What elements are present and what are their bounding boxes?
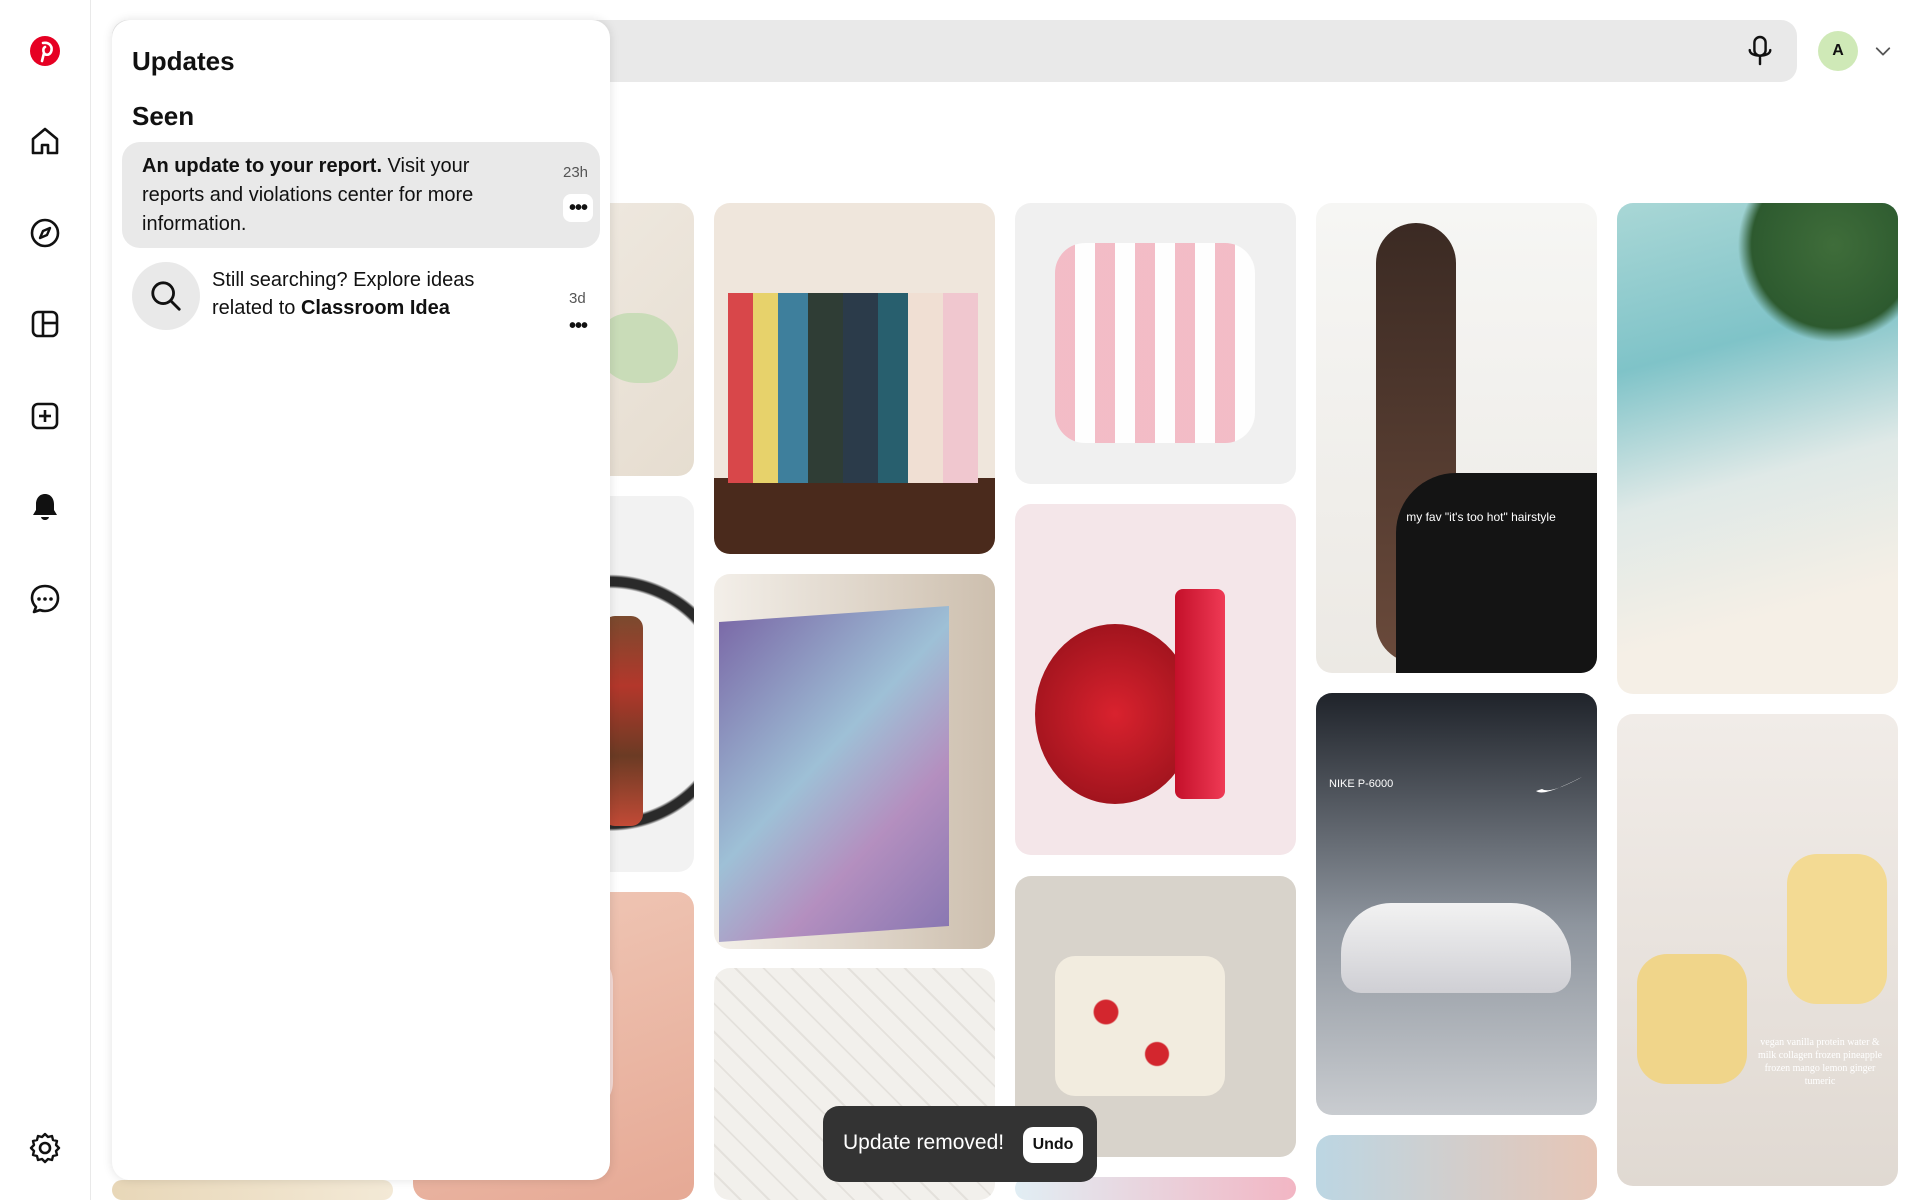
pin-caption: vegan vanilla protein water & milk colla… — [1757, 1037, 1883, 1087]
section-title-seen: Seen — [132, 101, 195, 131]
pin-caption: NIKE P-6000 — [1329, 778, 1394, 790]
updates-panel: Updates Seen An update to your report. V… — [112, 20, 610, 1180]
pin-image — [1341, 903, 1571, 993]
more-options-icon[interactable]: ••• — [563, 194, 593, 222]
pin-image — [1787, 854, 1887, 1004]
swoosh-icon — [1534, 773, 1584, 800]
panel-title: Updates — [132, 46, 235, 76]
notification-text: An update to your report. Visit your rep… — [142, 155, 474, 235]
messages-icon[interactable] — [22, 576, 68, 622]
left-nav-rail — [0, 0, 91, 1200]
pin-image — [1737, 203, 1898, 343]
pin-image — [1637, 954, 1747, 1084]
microphone-icon[interactable] — [1741, 32, 1779, 70]
more-options-icon[interactable]: ••• — [563, 312, 593, 340]
pin-card[interactable] — [1316, 1135, 1597, 1200]
pin-image — [1055, 956, 1225, 1096]
home-icon[interactable] — [22, 118, 68, 164]
pinterest-logo-icon[interactable] — [22, 28, 68, 74]
pin-card[interactable]: vegan vanilla protein water & milk colla… — [1617, 714, 1898, 1186]
notification-item[interactable]: An update to your report. Visit your rep… — [122, 142, 600, 248]
pin-card[interactable]: my fav "it's too hot" hairstyle — [1316, 203, 1597, 673]
undo-button[interactable]: Undo — [1023, 1127, 1083, 1163]
pin-card[interactable] — [714, 574, 995, 949]
search-icon — [132, 262, 200, 330]
notification-time: 3d — [569, 290, 586, 307]
notification-text: Still searching? Explore ideas related t… — [212, 269, 475, 319]
toast-message: Update removed! — [843, 1131, 1005, 1154]
explore-icon[interactable] — [22, 210, 68, 256]
chevron-down-icon[interactable] — [1872, 40, 1894, 62]
pin-card[interactable] — [1617, 203, 1898, 694]
pin-card[interactable] — [1015, 504, 1296, 855]
notification-item[interactable]: Still searching? Explore ideas related t… — [122, 258, 600, 338]
pin-caption: my fav "it's too hot" hairstyle — [1406, 510, 1556, 524]
pin-card[interactable] — [714, 203, 995, 554]
pin-card[interactable] — [112, 1180, 393, 1200]
pin-image — [1035, 624, 1195, 804]
settings-icon[interactable] — [22, 1125, 68, 1171]
pin-image — [714, 478, 995, 554]
toast: Update removed! Undo — [823, 1106, 1097, 1182]
pin-card[interactable] — [1015, 203, 1296, 484]
notification-time: 23h — [563, 164, 589, 181]
notifications-icon[interactable] — [22, 484, 68, 530]
pin-image — [598, 313, 678, 383]
avatar[interactable]: A — [1818, 31, 1858, 71]
pin-card[interactable]: NIKE P-6000 — [1316, 693, 1597, 1115]
pin-image — [1055, 243, 1255, 443]
create-icon[interactable] — [22, 393, 68, 439]
pin-image — [728, 293, 978, 483]
boards-icon[interactable] — [22, 301, 68, 347]
pin-image — [1396, 473, 1597, 673]
pin-image — [1175, 589, 1225, 799]
pin-image — [719, 605, 949, 943]
